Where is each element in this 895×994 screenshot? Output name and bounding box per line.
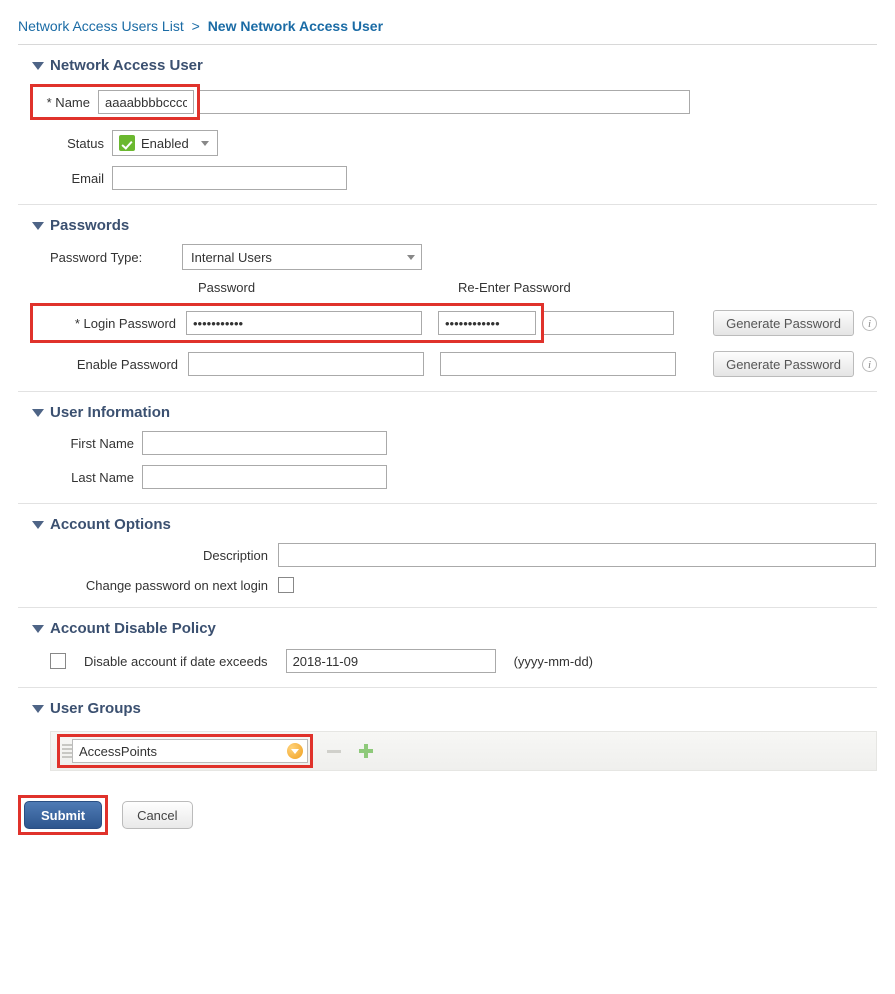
section-title: User Groups [50,700,141,717]
description-label: Description [50,548,278,563]
section-account-options[interactable]: Account Options [18,516,877,533]
chevron-down-icon [407,255,415,260]
enable-password-input[interactable] [188,352,424,376]
chevron-down-icon [201,141,209,146]
reenter-password-column-header: Re-Enter Password [458,280,698,295]
add-icon[interactable] [359,744,373,758]
section-title: Account Options [50,516,171,533]
highlight-name: * Name [30,84,200,120]
breadcrumb: Network Access Users List > New Network … [18,18,877,34]
user-group-row: AccessPoints [50,731,877,771]
password-type-dropdown[interactable]: Internal Users [182,244,422,270]
section-account-disable-policy[interactable]: Account Disable Policy [18,620,877,637]
user-group-dropdown[interactable]: AccessPoints [72,739,308,763]
status-dropdown[interactable]: Enabled [112,130,218,156]
name-label: * Name [36,95,98,110]
enable-password-label: Enable Password [50,357,188,372]
chevron-down-icon [32,625,44,633]
highlight-user-group: AccessPoints [57,734,313,768]
password-type-value: Internal Users [191,250,272,265]
first-name-input[interactable] [142,431,387,455]
section-user-information[interactable]: User Information [18,404,877,421]
highlight-submit: Submit [18,795,108,835]
status-label: Status [50,136,112,151]
chevron-down-icon [32,222,44,230]
enable-repassword-input[interactable] [440,352,676,376]
change-password-next-login-checkbox[interactable] [278,577,294,593]
chevron-down-icon [32,409,44,417]
name-input-highlighted[interactable] [98,90,194,114]
last-name-label: Last Name [50,470,142,485]
email-input[interactable] [112,166,347,190]
login-repassword-input-extension[interactable] [544,311,674,335]
disable-date-input[interactable] [286,649,496,673]
password-column-header: Password [198,280,438,295]
last-name-input[interactable] [142,465,387,489]
chevron-down-icon [32,521,44,529]
disable-account-label: Disable account if date exceeds [84,654,268,669]
chevron-down-icon [32,705,44,713]
section-title: User Information [50,404,170,421]
first-name-label: First Name [50,436,142,451]
section-title: Account Disable Policy [50,620,216,637]
user-group-value: AccessPoints [79,744,157,759]
cancel-button[interactable]: Cancel [122,801,192,829]
info-icon[interactable]: i [862,316,877,331]
section-user-groups[interactable]: User Groups [18,700,877,717]
disable-account-checkbox[interactable] [50,653,66,669]
checkmark-icon [119,135,135,151]
description-input[interactable] [278,543,876,567]
password-type-label: Password Type: [50,250,182,265]
section-title: Network Access User [50,57,203,74]
login-repassword-input-highlighted[interactable] [438,311,536,335]
chevron-down-icon [287,743,303,759]
highlight-login-password: * Login Password [30,303,544,343]
submit-button[interactable]: Submit [24,801,102,829]
section-title: Passwords [50,217,129,234]
drag-handle-icon[interactable] [62,744,72,758]
section-passwords[interactable]: Passwords [18,217,877,234]
breadcrumb-sep: > [192,18,200,34]
generate-password-button-enable[interactable]: Generate Password [713,351,854,377]
login-password-input[interactable] [186,311,422,335]
section-network-access-user[interactable]: Network Access User [18,57,877,74]
status-value: Enabled [141,136,189,151]
info-icon[interactable]: i [862,357,877,372]
name-input-extension[interactable] [200,90,690,114]
email-label: Email [50,171,112,186]
breadcrumb-link[interactable]: Network Access Users List [18,18,184,34]
login-password-label: * Login Password [38,316,186,331]
change-password-next-login-label: Change password on next login [50,578,278,593]
generate-password-button-login[interactable]: Generate Password [713,310,854,336]
date-format-hint: (yyyy-mm-dd) [514,654,593,669]
breadcrumb-current: New Network Access User [208,18,383,34]
chevron-down-icon [32,62,44,70]
remove-icon[interactable] [327,750,341,753]
